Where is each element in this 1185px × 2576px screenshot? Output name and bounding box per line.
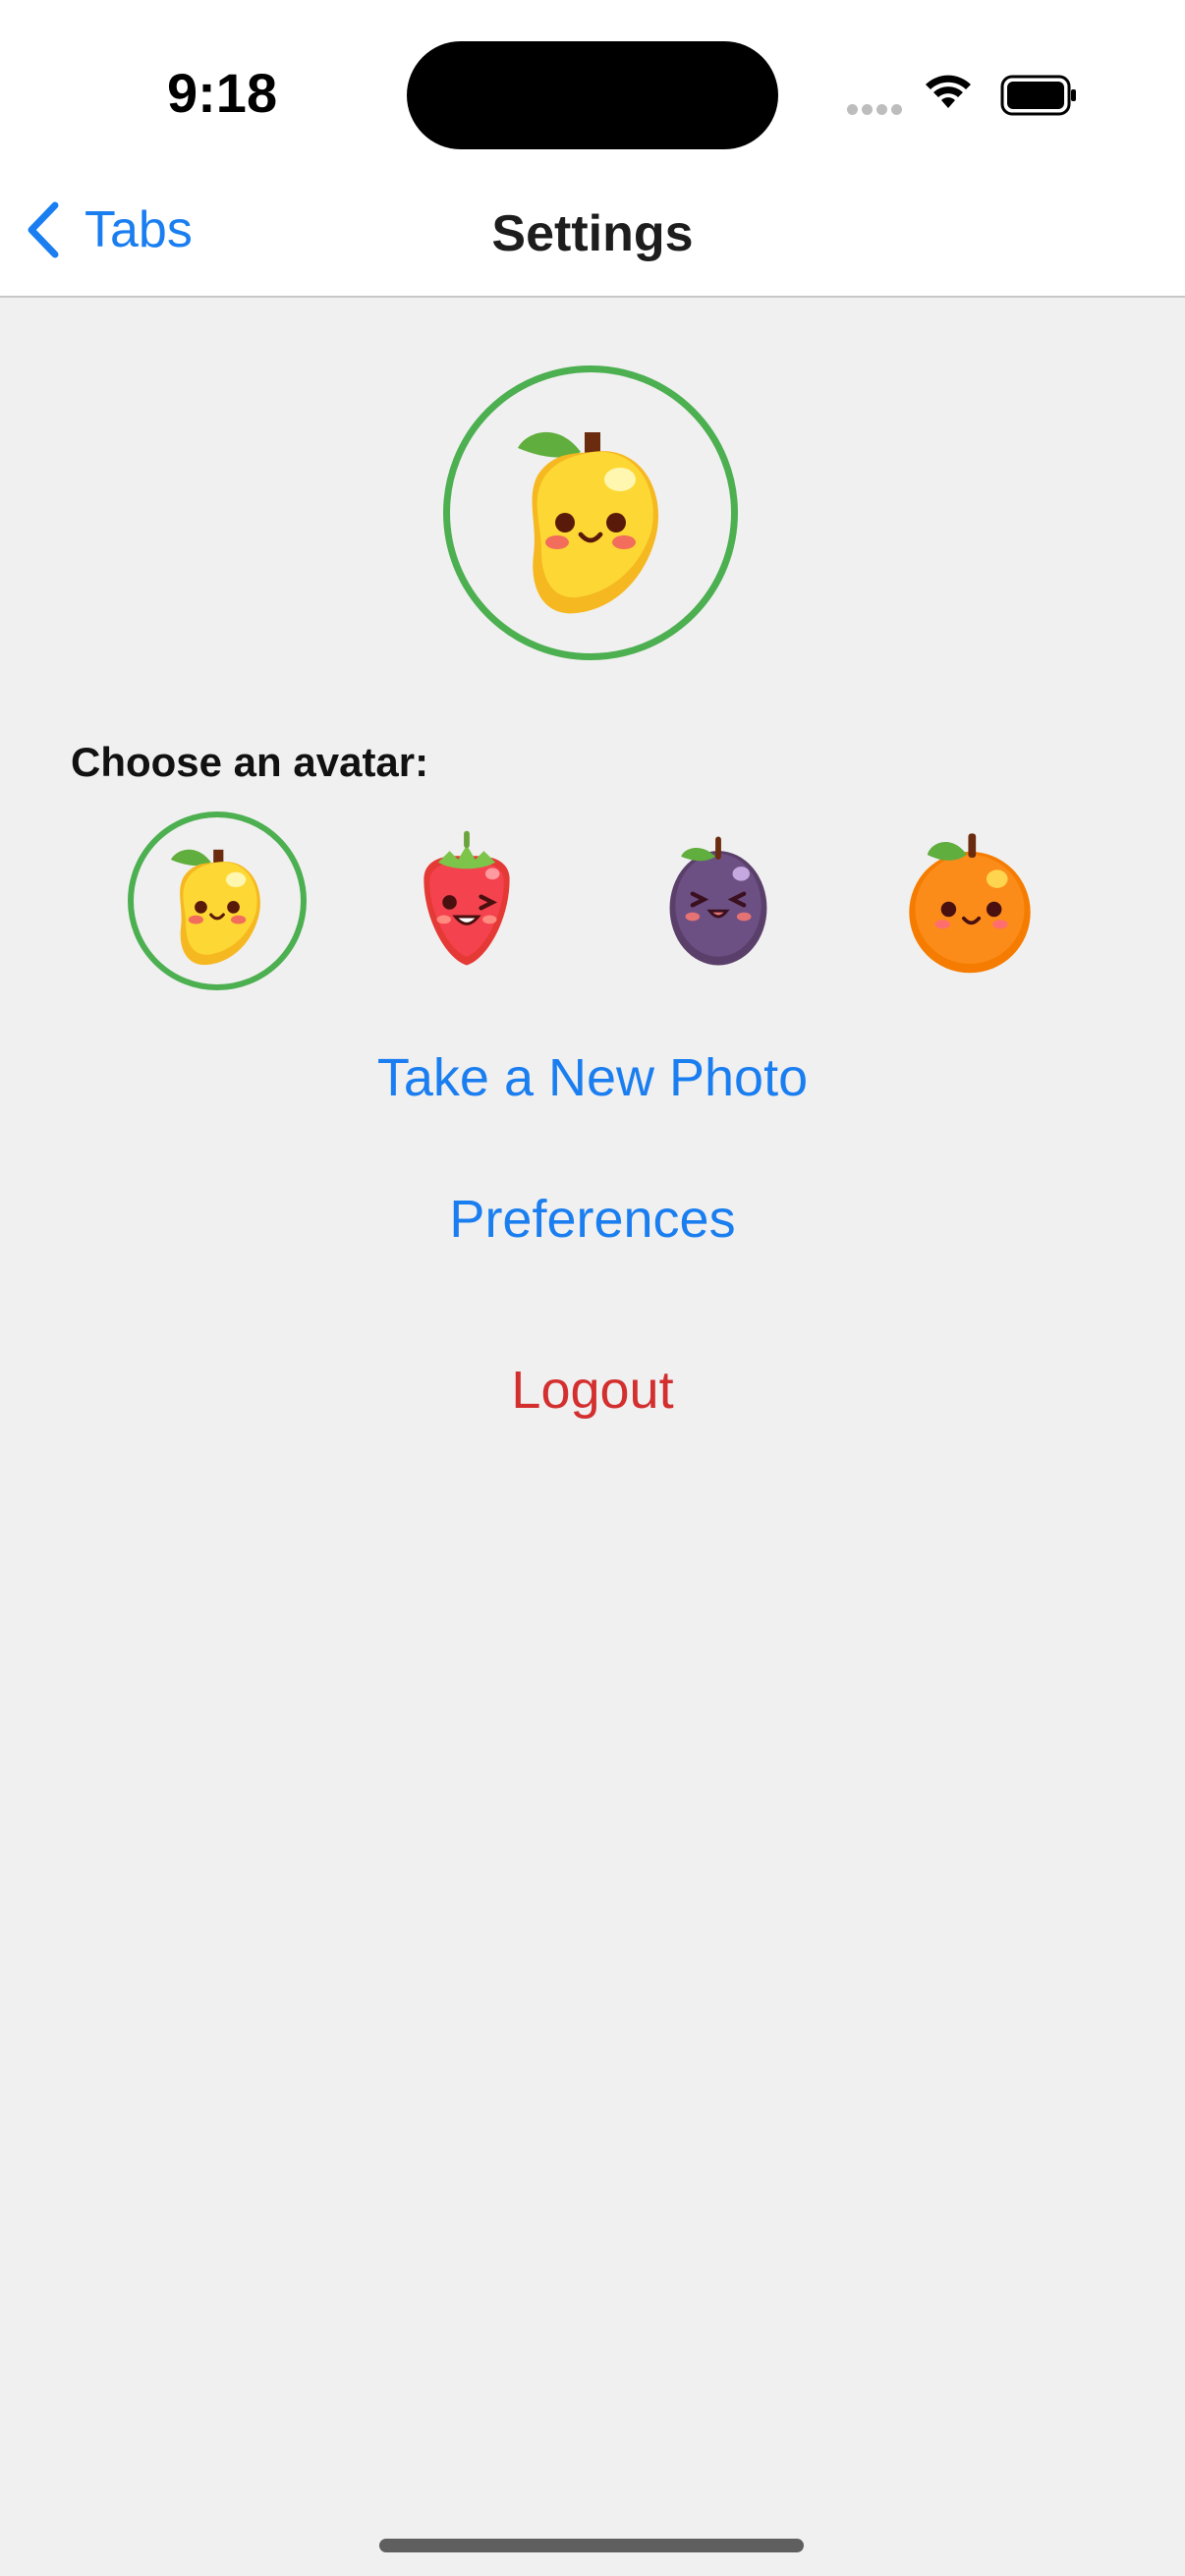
status-time: 9:18	[167, 62, 278, 124]
strawberry-icon	[388, 822, 545, 980]
cellular-signal-icon	[847, 102, 906, 120]
current-avatar	[443, 365, 738, 660]
avatar-option-mango[interactable]	[128, 812, 307, 990]
page-title: Settings	[491, 205, 694, 262]
preferences-button[interactable]: Preferences	[0, 1189, 1185, 1250]
plum-icon	[640, 822, 797, 980]
avatar-option-strawberry[interactable]	[377, 812, 556, 990]
avatar-option-orange[interactable]	[880, 812, 1059, 990]
navigation-bar: Tabs Settings	[0, 196, 1185, 298]
mango-icon	[169, 848, 262, 967]
dynamic-island	[407, 41, 778, 149]
status-bar: 9:18	[0, 0, 1185, 196]
take-new-photo-button[interactable]: Take a New Photo	[0, 1047, 1185, 1108]
mango-icon	[482, 405, 699, 621]
wifi-icon	[924, 73, 973, 117]
choose-avatar-label: Choose an avatar:	[71, 739, 429, 785]
logout-button[interactable]: Logout	[0, 1360, 1185, 1421]
battery-icon	[1000, 75, 1079, 121]
home-indicator[interactable]	[379, 2539, 804, 2552]
orange-icon	[907, 831, 1033, 976]
avatar-option-plum[interactable]	[629, 812, 808, 990]
